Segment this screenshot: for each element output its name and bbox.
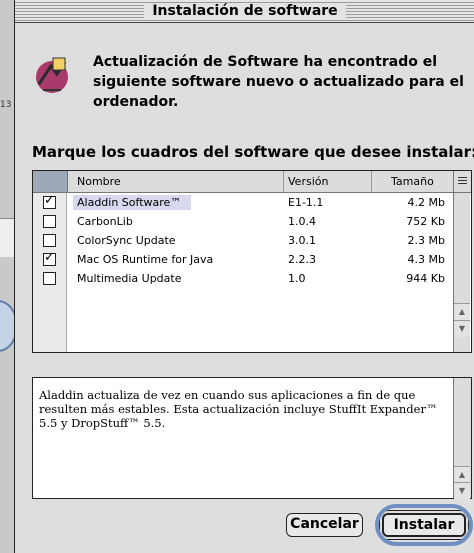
checkbox-column-header[interactable] (33, 171, 68, 192)
table-row[interactable]: ✓ Mac OS Runtime for Java 2.2.3 4.3 Mb (33, 250, 453, 269)
software-update-icon (36, 57, 68, 93)
checkmark-icon: ✓ (44, 193, 55, 208)
software-install-dialog: Instalación de software Actualización de… (14, 0, 474, 553)
install-button[interactable]: Instalar (382, 513, 466, 537)
install-checkbox[interactable] (43, 272, 56, 285)
software-version: 1.0.4 (288, 215, 316, 228)
software-size: 944 Kb (406, 272, 445, 285)
software-name: Multimedia Update (77, 272, 182, 285)
table-row[interactable]: Multimedia Update 1.0 944 Kb (33, 269, 453, 288)
title-bar[interactable]: Instalación de software (15, 0, 474, 23)
column-header-version[interactable]: Versión (288, 175, 328, 188)
software-name: Mac OS Runtime for Java (77, 253, 214, 266)
list-scrollbar[interactable]: ▲ ▼ (453, 193, 470, 352)
desktop-background (0, 0, 14, 553)
software-size: 4.2 Mb (407, 196, 445, 209)
cancel-button[interactable]: Cancelar (286, 513, 363, 537)
software-version: E1-1.1 (288, 196, 324, 209)
window-title: Instalación de software (144, 3, 346, 19)
checkmark-icon: ✓ (44, 250, 55, 265)
table-row[interactable]: CarbonLib 1.0.4 752 Kb (33, 212, 453, 231)
software-name: Aladdin Software™ (77, 196, 182, 209)
update-message: Actualización de Software ha encontrado … (93, 54, 464, 110)
background-label: 13 (0, 100, 12, 110)
software-size: 2.3 Mb (407, 234, 445, 247)
software-name: CarbonLib (77, 215, 133, 228)
instruction-label: Marque los cuadros del software que dese… (32, 143, 474, 161)
install-checkbox[interactable] (43, 234, 56, 247)
software-version: 3.0.1 (288, 234, 316, 247)
column-header-size[interactable]: Tamaño (391, 175, 434, 188)
sort-order-button[interactable] (453, 171, 472, 192)
description-text: Aladdin actualiza de vez en cuando sus a… (39, 388, 438, 430)
list-rows: ✓ Aladdin Software™ E1-1.1 4.2 Mb CarbonLib 1… (33, 193, 453, 288)
install-checkbox[interactable] (43, 215, 56, 228)
table-row[interactable]: ✓ Aladdin Software™ E1-1.1 4.2 Mb (33, 193, 453, 212)
software-list: Nombre Versión Tamaño ✓ Aladdin Software™… (32, 170, 472, 353)
install-checkbox[interactable]: ✓ (43, 193, 56, 209)
scroll-up-arrow-icon[interactable]: ▲ (454, 303, 470, 320)
list-header: Nombre Versión Tamaño (33, 171, 471, 193)
description-scrollbar[interactable]: ▲ ▼ (453, 378, 471, 499)
install-checkbox[interactable]: ✓ (43, 250, 56, 266)
scroll-down-arrow-icon[interactable]: ▼ (454, 482, 470, 499)
software-size: 752 Kb (406, 215, 445, 228)
scroll-up-arrow-icon[interactable]: ▲ (454, 466, 470, 483)
software-version: 2.2.3 (288, 253, 316, 266)
description-box: Aladdin actualiza de vez en cuando sus a… (32, 377, 472, 499)
software-size: 4.3 Mb (407, 253, 445, 266)
column-header-name[interactable]: Nombre (77, 175, 121, 188)
software-version: 1.0 (288, 272, 306, 285)
background-window-fragment (0, 218, 14, 257)
sort-icon (458, 177, 467, 185)
scroll-down-arrow-icon[interactable]: ▼ (454, 320, 470, 337)
software-name: ColorSync Update (77, 234, 176, 247)
table-row[interactable]: ColorSync Update 3.0.1 2.3 Mb (33, 231, 453, 250)
